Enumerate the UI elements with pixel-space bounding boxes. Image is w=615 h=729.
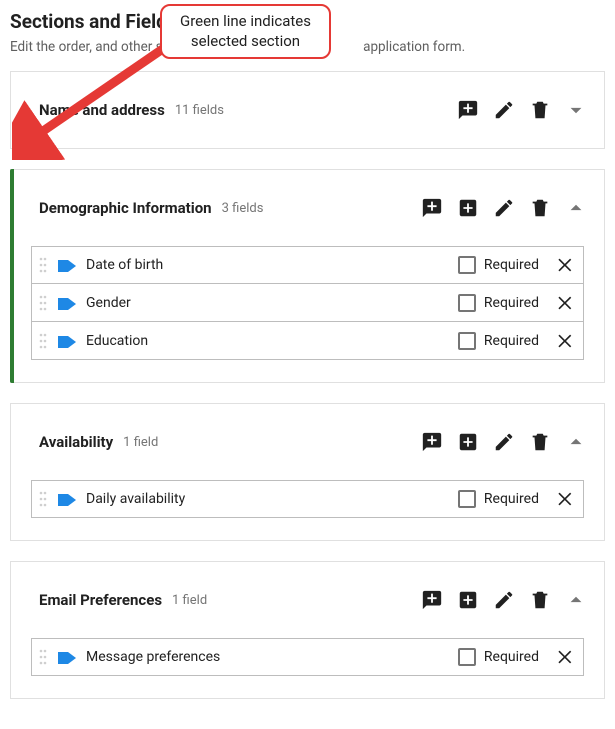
edit-icon[interactable] (486, 190, 522, 226)
remove-field-button[interactable] (549, 647, 583, 667)
tag-icon (56, 295, 78, 311)
section-field-count: 1 field (172, 593, 207, 608)
drag-handle-icon[interactable] (32, 491, 50, 507)
annotation-line-1: Green line indicates (180, 12, 311, 32)
section-header[interactable]: Name and address 11 fields (11, 72, 604, 148)
section-field-count: 11 fields (175, 103, 224, 118)
section-card: Demographic Information 3 fields Date of… (10, 169, 605, 383)
chevron-up-icon[interactable] (558, 582, 594, 618)
delete-icon[interactable] (522, 582, 558, 618)
tag-icon (56, 649, 78, 665)
section-card: Name and address 11 fields (10, 71, 605, 149)
tag-icon (56, 333, 78, 349)
required-label: Required (484, 649, 539, 665)
required-checkbox[interactable] (458, 294, 476, 312)
add-field-icon[interactable] (450, 424, 486, 460)
add-comment-icon[interactable] (450, 92, 486, 128)
field-row[interactable]: Daily availability Required (31, 480, 584, 518)
drag-handle-icon[interactable] (32, 333, 50, 349)
remove-field-button[interactable] (549, 331, 583, 351)
drag-handle-icon[interactable] (32, 257, 50, 273)
required-checkbox[interactable] (458, 490, 476, 508)
field-label: Daily availability (86, 491, 185, 507)
chevron-down-icon[interactable] (558, 92, 594, 128)
remove-field-button[interactable] (549, 255, 583, 275)
field-label: Date of birth (86, 257, 163, 273)
required-label: Required (484, 491, 539, 507)
section-title: Availability (39, 433, 113, 451)
delete-icon[interactable] (522, 92, 558, 128)
drag-handle-icon[interactable] (32, 649, 50, 665)
field-list: Date of birth Required Gender Required (11, 246, 604, 382)
section-field-count: 1 field (123, 435, 158, 450)
field-row[interactable]: Date of birth Required (31, 246, 584, 284)
edit-icon[interactable] (486, 92, 522, 128)
required-label: Required (484, 257, 539, 273)
required-checkbox[interactable] (458, 648, 476, 666)
remove-field-button[interactable] (549, 489, 583, 509)
edit-icon[interactable] (486, 424, 522, 460)
field-row[interactable]: Message preferences Required (31, 638, 584, 676)
tag-icon (56, 257, 78, 273)
field-label: Education (86, 333, 148, 349)
section-title: Demographic Information (39, 199, 212, 217)
field-label: Gender (86, 295, 131, 311)
chevron-up-icon[interactable] (558, 190, 594, 226)
chevron-up-icon[interactable] (558, 424, 594, 460)
section-title: Email Preferences (39, 591, 162, 609)
drag-handle-icon[interactable] (32, 295, 50, 311)
annotation-callout: Green line indicates selected section (160, 4, 331, 59)
section-header[interactable]: Email Preferences 1 field (11, 562, 604, 638)
delete-icon[interactable] (522, 424, 558, 460)
required-label: Required (484, 295, 539, 311)
section-field-count: 3 fields (222, 201, 264, 216)
field-list: Daily availability Required (11, 480, 604, 540)
tag-icon (56, 491, 78, 507)
add-comment-icon[interactable] (414, 190, 450, 226)
delete-icon[interactable] (522, 190, 558, 226)
section-header[interactable]: Availability 1 field (11, 404, 604, 480)
required-checkbox[interactable] (458, 332, 476, 350)
section-header[interactable]: Demographic Information 3 fields (11, 170, 604, 246)
field-row[interactable]: Education Required (31, 322, 584, 360)
required-checkbox[interactable] (458, 256, 476, 274)
required-label: Required (484, 333, 539, 349)
edit-icon[interactable] (486, 582, 522, 618)
add-field-icon[interactable] (450, 190, 486, 226)
add-field-icon[interactable] (450, 582, 486, 618)
section-card: Availability 1 field Daily availability … (10, 403, 605, 541)
add-comment-icon[interactable] (414, 582, 450, 618)
add-comment-icon[interactable] (414, 424, 450, 460)
section-card: Email Preferences 1 field Message prefer… (10, 561, 605, 699)
field-list: Message preferences Required (11, 638, 604, 698)
field-label: Message preferences (86, 649, 220, 665)
remove-field-button[interactable] (549, 293, 583, 313)
annotation-line-2: selected section (180, 32, 311, 52)
field-row[interactable]: Gender Required (31, 284, 584, 322)
section-title: Name and address (39, 101, 165, 119)
